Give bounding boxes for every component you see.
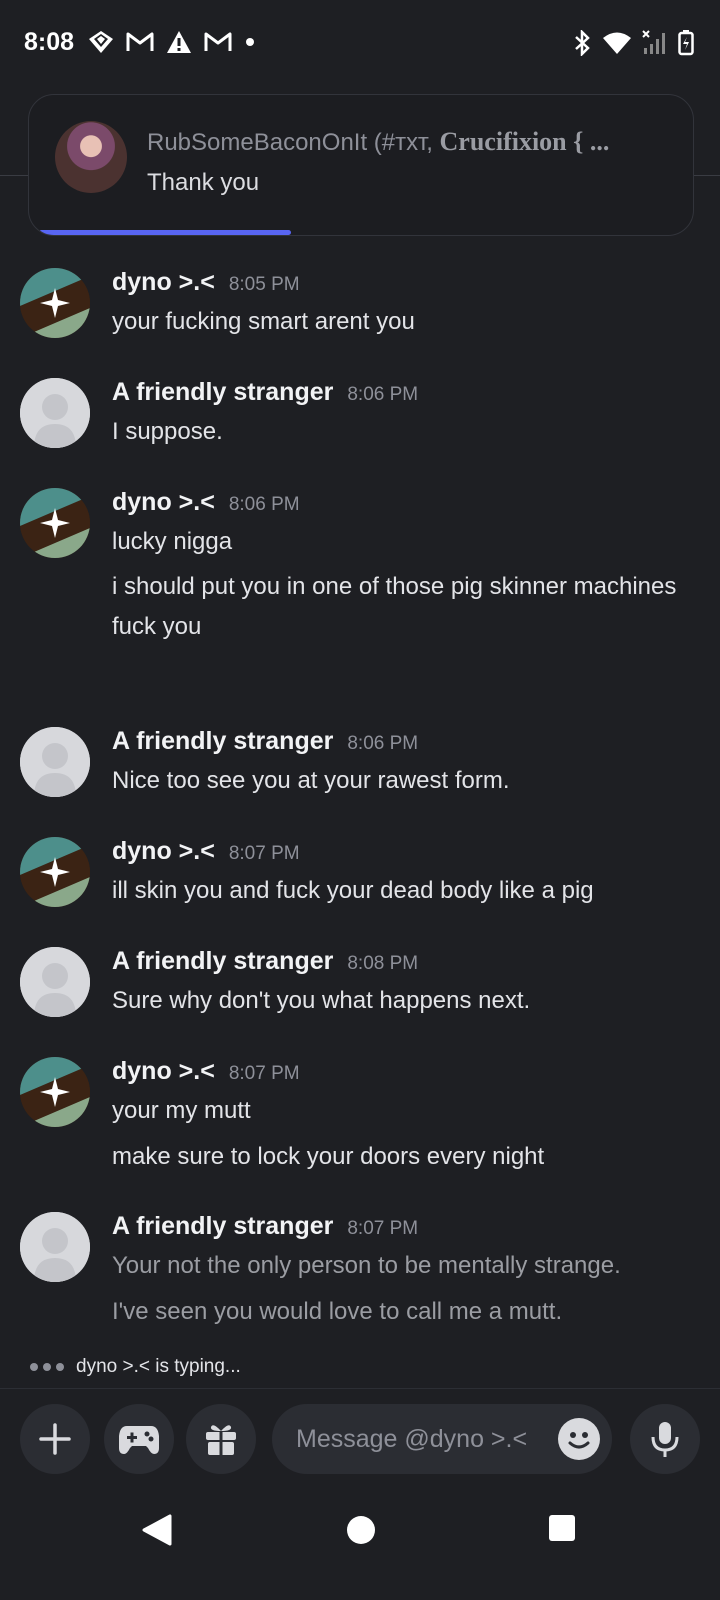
notification-avatar bbox=[55, 121, 127, 193]
timestamp: 8:07 PM bbox=[228, 1063, 300, 1084]
message-header: A friendly stranger 8:06 PM bbox=[112, 378, 418, 407]
timestamp: 8:05 PM bbox=[228, 274, 300, 295]
gmail-icon bbox=[204, 32, 232, 51]
home-icon[interactable] bbox=[345, 1514, 377, 1546]
message-text[interactable]: your fucking smart arent you bbox=[112, 302, 692, 342]
typing-text: dyno >.< is typing... bbox=[76, 1356, 241, 1377]
message-header: dyno >.< 8:07 PM bbox=[112, 1057, 300, 1086]
message-text[interactable]: your my mutt bbox=[112, 1091, 692, 1131]
author-name[interactable]: A friendly stranger bbox=[112, 727, 333, 756]
emoji-icon bbox=[568, 1432, 590, 1449]
app-diamond-icon bbox=[89, 31, 113, 53]
message-header: dyno >.< 8:05 PM bbox=[112, 268, 300, 297]
system-icons bbox=[572, 30, 694, 56]
voice-message-button[interactable] bbox=[630, 1404, 700, 1474]
author-name[interactable]: A friendly stranger bbox=[112, 947, 333, 976]
author-name[interactable]: dyno >.< bbox=[112, 268, 215, 297]
plus-icon bbox=[39, 1423, 71, 1455]
activities-button[interactable] bbox=[104, 1404, 174, 1474]
gamepad-icon bbox=[119, 1426, 159, 1454]
message-header: dyno >.< 8:07 PM bbox=[112, 837, 300, 866]
add-attachment-button[interactable] bbox=[20, 1404, 90, 1474]
timestamp: 8:06 PM bbox=[347, 733, 419, 754]
message-header: dyno >.< 8:06 PM bbox=[112, 488, 300, 517]
warning-icon bbox=[167, 31, 191, 53]
bluetooth-icon bbox=[575, 30, 590, 56]
back-icon[interactable] bbox=[140, 1512, 174, 1548]
message-text[interactable]: fuck you bbox=[112, 607, 692, 647]
avatar[interactable] bbox=[20, 1212, 90, 1282]
author-name[interactable]: A friendly stranger bbox=[112, 1212, 333, 1241]
notification-icons bbox=[88, 30, 256, 54]
default-user-icon bbox=[20, 378, 90, 448]
default-user-icon bbox=[20, 1212, 90, 1282]
author-name[interactable]: A friendly stranger bbox=[112, 378, 333, 407]
default-user-icon bbox=[20, 727, 90, 797]
message-text[interactable]: I've seen you would love to call me a mu… bbox=[112, 1292, 692, 1332]
message-header: A friendly stranger 8:06 PM bbox=[112, 727, 418, 756]
avatar[interactable] bbox=[20, 727, 90, 797]
composer-divider bbox=[0, 1388, 720, 1389]
message-text[interactable]: i should put you in one of those pig ski… bbox=[112, 567, 692, 607]
sparkle-avatar-icon bbox=[20, 268, 90, 338]
sparkle-avatar-icon bbox=[20, 1057, 90, 1127]
message-text[interactable]: lucky nigga bbox=[112, 522, 692, 562]
message-header: A friendly stranger 8:07 PM bbox=[112, 1212, 418, 1241]
avatar[interactable] bbox=[20, 488, 90, 558]
in-app-notification[interactable]: RubSomeBaconOnIt (#тхт, Crucifixion { ..… bbox=[28, 94, 694, 236]
wifi-icon bbox=[603, 32, 631, 54]
gift-icon bbox=[206, 1425, 236, 1455]
recents-icon[interactable] bbox=[548, 1514, 576, 1542]
default-user-icon bbox=[20, 947, 90, 1017]
dot-icon bbox=[246, 38, 254, 46]
gift-button[interactable] bbox=[186, 1404, 256, 1474]
message-text[interactable]: Your not the only person to be mentally … bbox=[112, 1246, 692, 1286]
avatar[interactable] bbox=[20, 1057, 90, 1127]
message-text[interactable]: Sure why don't you what happens next. bbox=[112, 981, 692, 1021]
emoji-button[interactable] bbox=[558, 1418, 600, 1460]
sparkle-avatar-icon bbox=[20, 837, 90, 907]
timestamp: 8:07 PM bbox=[228, 843, 300, 864]
sparkle-avatar-icon bbox=[20, 488, 90, 558]
notification-title: RubSomeBaconOnIt (#тхт, Crucifixion { ..… bbox=[147, 127, 610, 156]
timestamp: 8:06 PM bbox=[228, 494, 300, 515]
author-name[interactable]: dyno >.< bbox=[112, 837, 215, 866]
avatar[interactable] bbox=[20, 837, 90, 907]
status-time: 8:08 bbox=[24, 28, 75, 56]
typing-indicator: dyno >.< is typing... bbox=[30, 1356, 241, 1378]
navigation-bar bbox=[0, 1490, 720, 1600]
notification-progress-bar bbox=[39, 230, 291, 235]
message-header: A friendly stranger 8:08 PM bbox=[112, 947, 418, 976]
status-bar: 8:08 bbox=[0, 0, 720, 90]
gmail-icon bbox=[126, 32, 154, 51]
message-text[interactable]: Nice too see you at your rawest form. bbox=[112, 761, 692, 801]
notification-body: Thank you bbox=[147, 169, 260, 196]
avatar[interactable] bbox=[20, 378, 90, 448]
timestamp: 8:06 PM bbox=[347, 384, 419, 405]
timestamp: 8:07 PM bbox=[347, 1218, 419, 1239]
typing-dots-icon bbox=[30, 1363, 64, 1371]
author-name[interactable]: dyno >.< bbox=[112, 488, 215, 517]
avatar[interactable] bbox=[20, 947, 90, 1017]
message-text[interactable]: I suppose. bbox=[112, 412, 692, 452]
author-name[interactable]: dyno >.< bbox=[112, 1057, 215, 1086]
battery-icon bbox=[678, 30, 694, 56]
message-text[interactable]: ill skin you and fuck your dead body lik… bbox=[112, 871, 692, 911]
timestamp: 8:08 PM bbox=[347, 953, 419, 974]
message-text[interactable]: make sure to lock your doors every night bbox=[112, 1137, 692, 1177]
microphone-icon bbox=[651, 1422, 679, 1457]
avatar[interactable] bbox=[20, 268, 90, 338]
signal-icon bbox=[642, 30, 665, 54]
